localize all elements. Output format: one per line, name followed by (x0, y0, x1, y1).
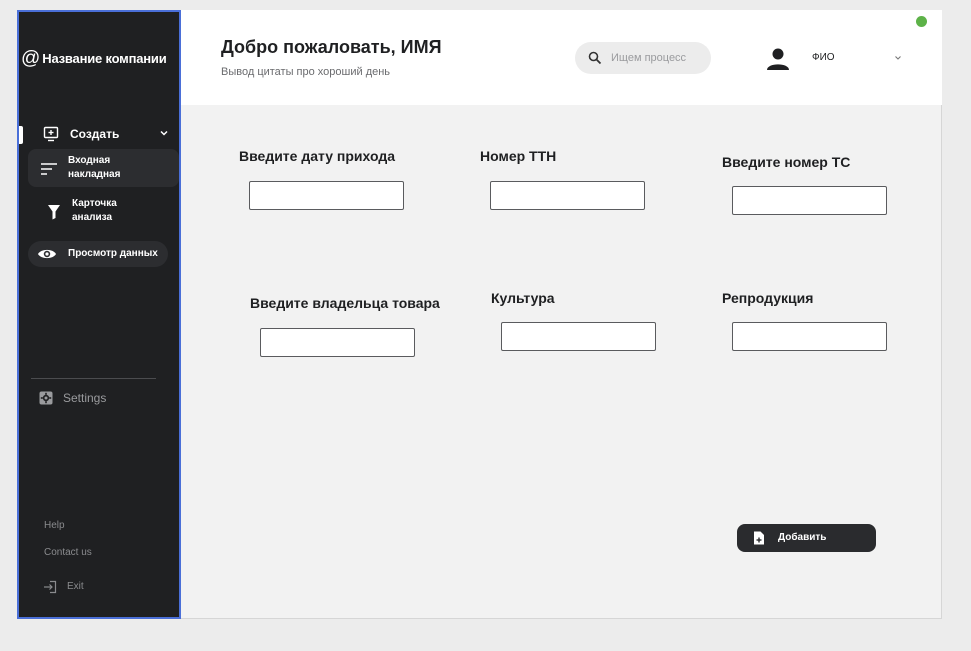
add-screen-icon (43, 126, 59, 142)
help-link[interactable]: Help (44, 520, 65, 531)
sidebar-item-label-line2: накладная (68, 169, 121, 180)
vehicle-number-label: Введите номер ТС (722, 154, 851, 170)
user-avatar-icon[interactable] (766, 47, 790, 71)
sidebar-divider (31, 378, 156, 379)
search-icon (588, 51, 602, 65)
chevron-down-icon[interactable] (893, 53, 903, 63)
arrival-date-label: Введите дату прихода (239, 148, 395, 164)
crop-label: Культура (491, 290, 555, 306)
arrival-date-input[interactable] (249, 181, 404, 210)
gear-icon (39, 391, 53, 405)
sidebar-item-label-line1: Карточка (72, 198, 117, 209)
add-button-label: Добавить (778, 532, 827, 543)
goods-owner-input[interactable] (260, 328, 415, 357)
status-indicator (916, 16, 927, 27)
reproduction-label: Репродукция (722, 290, 814, 306)
sidebar-item-incoming-invoice[interactable]: Входная накладная (28, 149, 179, 187)
sort-lines-icon (41, 163, 57, 175)
header: Добро пожаловать, ИМЯ Вывод цитаты про х… (181, 10, 942, 105)
sidebar-item-label-line2: анализа (72, 212, 113, 223)
search-input[interactable] (611, 50, 701, 66)
exit-label: Exit (67, 581, 84, 592)
add-file-icon (754, 531, 764, 545)
ttn-number-input[interactable] (490, 181, 645, 210)
company-logo[interactable]: @ Название компании (21, 49, 167, 68)
reproduction-input[interactable] (732, 322, 887, 351)
eye-icon (38, 249, 56, 259)
sidebar-item-label-line1: Входная (68, 155, 111, 166)
chevron-down-icon[interactable] (158, 127, 170, 139)
filter-icon (48, 205, 60, 220)
vehicle-number-input[interactable] (732, 186, 887, 215)
contact-link[interactable]: Contact us (44, 547, 92, 558)
page-title: Добро пожаловать, ИМЯ (221, 37, 442, 57)
user-name[interactable]: ФИО (812, 52, 835, 63)
daily-quote: Вывод цитаты про хороший день (221, 66, 391, 78)
goods-owner-label: Введите владельца товара (250, 295, 440, 311)
active-indicator (19, 126, 23, 144)
logo-mark: @ (21, 48, 41, 69)
ttn-number-label: Номер ТТН (480, 148, 557, 164)
sidebar-item-analysis-card[interactable]: Карточка анализа (28, 194, 179, 230)
exit-icon (44, 580, 57, 594)
crop-input[interactable] (501, 322, 656, 351)
add-button[interactable]: Добавить (737, 524, 876, 552)
sidebar-item-label: Settings (63, 391, 107, 405)
company-name: Название компании (42, 51, 167, 66)
sidebar-item-create[interactable]: Создать (19, 124, 179, 146)
sidebar: @ Название компании Создать Входная накл… (17, 10, 181, 619)
search-box[interactable] (575, 42, 711, 74)
sidebar-item-label: Создать (70, 127, 120, 141)
sidebar-item-label: Просмотр данных (68, 248, 158, 259)
sidebar-item-view-data[interactable]: Просмотр данных (28, 241, 168, 267)
